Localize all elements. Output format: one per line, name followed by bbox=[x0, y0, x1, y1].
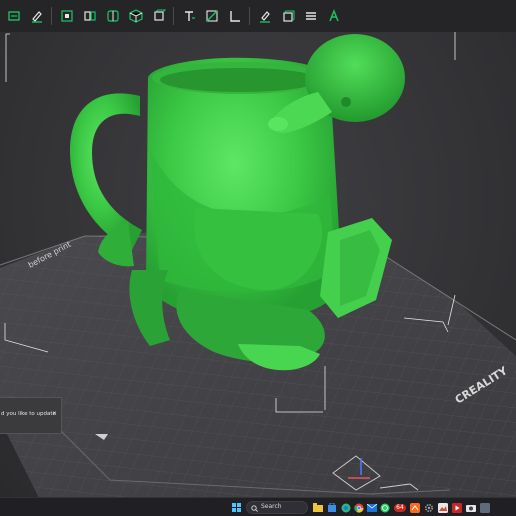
update-notification-text: d you like to update bbox=[1, 411, 56, 417]
split-button[interactable] bbox=[78, 5, 101, 28]
taskbar-search-box[interactable]: Search bbox=[246, 501, 308, 514]
taskbar-app-mail[interactable] bbox=[366, 501, 378, 514]
paint-icon bbox=[31, 11, 42, 23]
scene-canvas[interactable]: before print CREALITY bbox=[0, 0, 516, 497]
box-button[interactable] bbox=[276, 5, 299, 28]
taskbar-app-store[interactable] bbox=[326, 501, 338, 514]
chrome-icon bbox=[354, 503, 364, 513]
windows-start-icon bbox=[231, 503, 241, 512]
add-file-icon bbox=[7, 11, 20, 21]
support-paint-button[interactable] bbox=[253, 5, 276, 28]
layers-icon bbox=[305, 12, 316, 20]
measure-icon bbox=[229, 11, 240, 22]
taskbar-app-notifications[interactable]: 64 bbox=[393, 501, 407, 514]
search-icon bbox=[251, 505, 258, 512]
auto-arrange-button[interactable] bbox=[55, 5, 78, 28]
add-file-button[interactable] bbox=[2, 5, 25, 28]
box-icon bbox=[282, 10, 294, 22]
mail-icon bbox=[367, 503, 377, 512]
close-notification-button[interactable]: × bbox=[52, 410, 57, 417]
file-explorer-icon bbox=[313, 503, 323, 512]
cut-button[interactable] bbox=[200, 5, 223, 28]
taskbar-app-chrome[interactable] bbox=[353, 501, 365, 514]
edge-browser-icon bbox=[341, 503, 351, 512]
taskbar-app-settings[interactable] bbox=[423, 501, 435, 514]
taskbar-app-extra[interactable] bbox=[479, 501, 491, 514]
cube-view-icon bbox=[128, 9, 143, 23]
assemble-icon bbox=[328, 9, 339, 22]
taskbar-app-edge[interactable] bbox=[340, 501, 352, 514]
gear-icon bbox=[424, 503, 434, 512]
photos-icon bbox=[438, 502, 448, 513]
layout-button[interactable] bbox=[101, 5, 124, 28]
windows-taskbar: Search 64 bbox=[0, 497, 516, 516]
toolbar-divider bbox=[51, 7, 52, 25]
split-icon bbox=[83, 11, 96, 21]
taskbar-app-camera[interactable] bbox=[465, 501, 477, 514]
camera-icon bbox=[466, 505, 476, 512]
measure-button[interactable] bbox=[223, 5, 246, 28]
store-icon bbox=[328, 502, 336, 512]
object-icon bbox=[153, 9, 166, 21]
taskbar-app-photos[interactable] bbox=[437, 501, 449, 514]
toolbar-divider bbox=[173, 7, 174, 25]
object-button[interactable] bbox=[147, 5, 170, 28]
text-tool-icon bbox=[184, 11, 195, 21]
slicer-app-icon bbox=[410, 502, 420, 513]
taskbar-app-whatsapp[interactable] bbox=[379, 501, 391, 514]
start-button[interactable] bbox=[230, 501, 242, 514]
update-notification: d you like to update × bbox=[0, 397, 62, 434]
cut-icon bbox=[205, 10, 218, 22]
assemble-button[interactable] bbox=[322, 5, 345, 28]
layout-icon bbox=[106, 10, 119, 22]
search-placeholder: Search bbox=[261, 503, 282, 510]
taskbar-app-creality[interactable] bbox=[409, 501, 421, 514]
video-app-icon bbox=[452, 502, 462, 513]
top-toolbar bbox=[0, 0, 516, 32]
toolbar-divider bbox=[249, 7, 250, 25]
taskbar-app-video[interactable] bbox=[451, 501, 463, 514]
3d-viewport[interactable]: before print CREALITY d you like to upda… bbox=[0, 0, 516, 497]
view-cube-button[interactable] bbox=[124, 5, 147, 28]
notification-badge: 64 bbox=[394, 503, 406, 512]
layers-button[interactable] bbox=[299, 5, 322, 28]
text-tool-button[interactable] bbox=[177, 5, 200, 28]
taskbar-app-files[interactable] bbox=[312, 501, 324, 514]
paint-button[interactable] bbox=[25, 5, 48, 28]
arrange-icon bbox=[60, 10, 73, 22]
support-paint-icon bbox=[259, 11, 270, 23]
app-icon bbox=[480, 502, 490, 513]
whatsapp-icon bbox=[380, 503, 390, 512]
